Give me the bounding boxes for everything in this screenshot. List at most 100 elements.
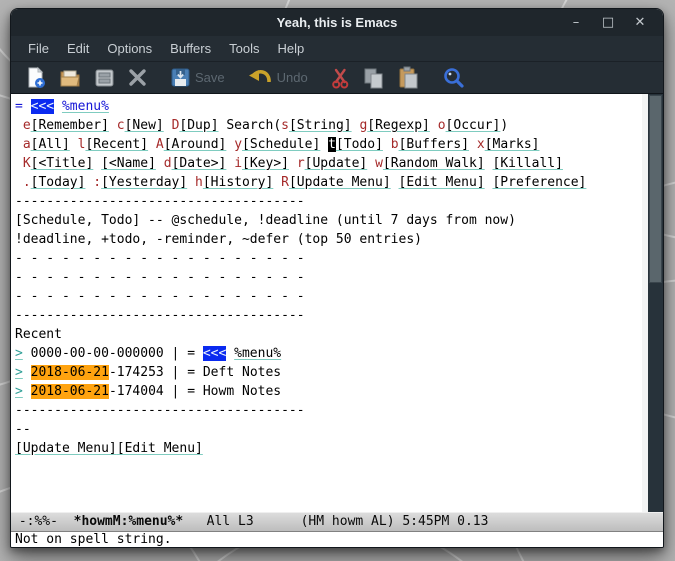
undo-button[interactable]: Undo (248, 67, 308, 88)
menu-link[interactable]: [Edit Menu] (117, 441, 203, 456)
menu-link[interactable]: [Preference] (492, 175, 586, 190)
menu-link[interactable]: [Killall] (493, 156, 563, 171)
menu-link[interactable]: [Yesterday] (101, 175, 187, 190)
text: - - - - - - - - - - - - - - - - - - - (15, 270, 305, 285)
menu-link[interactable]: [Update] (305, 156, 368, 171)
text (320, 137, 328, 152)
menu-buffers[interactable]: Buffers (161, 41, 220, 56)
menu-link[interactable]: [Edit Menu] (399, 175, 485, 190)
menu-help[interactable]: Help (268, 41, 313, 56)
paste-button[interactable] (397, 66, 419, 89)
recent-item-link[interactable]: > (15, 384, 23, 399)
recent-item-link[interactable]: > (15, 365, 23, 380)
menu-mark: <<< (30, 99, 55, 114)
menu-link[interactable]: [Update Menu] (15, 441, 117, 456)
menu-link[interactable]: [Key>] (242, 156, 289, 171)
key-char: K (22, 156, 31, 171)
window-controls: – □ ✕ (565, 15, 663, 30)
key-char: w (375, 156, 383, 171)
text: ------------------------------------- (15, 308, 305, 323)
text: 0000-00-00-000000 | = (22, 346, 203, 361)
open-file-button[interactable] (59, 67, 81, 89)
text: - - - - - - - - - - - - - - - - - - - (15, 251, 305, 266)
menu-link[interactable]: [Occur] (446, 118, 501, 133)
text (54, 99, 62, 114)
key-char: o (437, 118, 446, 133)
menu-link[interactable]: [Schedule] (242, 137, 320, 152)
menu-link[interactable]: [Random Walk] (383, 156, 485, 171)
text (70, 137, 78, 152)
key-char: d (163, 156, 172, 171)
minimize-icon[interactable]: – (565, 15, 587, 30)
menu-edit[interactable]: Edit (58, 41, 98, 56)
cut-button[interactable] (331, 67, 350, 89)
text (15, 137, 23, 152)
text: [Schedule, Todo] -- @schedule, !deadline… (15, 213, 516, 228)
copy-icon (364, 68, 383, 88)
menu-options[interactable]: Options (98, 41, 161, 56)
menu-link[interactable]: [New] (125, 118, 164, 133)
menu-link[interactable]: [<Title] (31, 156, 94, 171)
scrollbar[interactable] (648, 94, 663, 512)
menu-link[interactable]: %menu% (234, 346, 281, 361)
menu-link[interactable]: [<Name] (101, 156, 156, 171)
menu-bar: File Edit Options Buffers Tools Help (11, 36, 663, 61)
text (383, 137, 391, 152)
menu-link[interactable]: [Around] (164, 137, 227, 152)
kill-buffer-button[interactable] (128, 68, 147, 87)
menu-link[interactable]: [History] (203, 175, 273, 190)
date-highlight: 2018-06-21 (30, 365, 109, 380)
buffer-region: = <<< %menu% e[Remember] c[New] D[Dup] S… (11, 94, 663, 512)
tool-bar: Save Undo (11, 61, 663, 94)
recent-item-link[interactable]: > (15, 346, 23, 361)
key-char: x (476, 137, 485, 152)
dired-button[interactable] (94, 67, 115, 88)
menu-link[interactable]: [String] (289, 118, 352, 133)
paste-clipboard-icon (399, 66, 418, 89)
echo-area: Not on spell string. (11, 532, 663, 547)
menu-link[interactable]: [Dup] (179, 118, 218, 133)
search-button[interactable] (442, 66, 465, 89)
text: ------------------------------------- (15, 403, 305, 418)
menu-link[interactable]: [Regexp] (367, 118, 430, 133)
buffer-line: - - - - - - - - - - - - - - - - - - - (15, 249, 642, 268)
open-folder-icon (60, 70, 80, 86)
buffer-line: K[<Title] [<Name] d[Date>] i[Key>] r[Upd… (15, 154, 642, 173)
close-x-icon (129, 69, 146, 86)
text (156, 156, 164, 171)
text: !deadline, +todo, -reminder, ~defer (top… (15, 232, 422, 247)
undo-arrow-icon (248, 70, 271, 82)
menu-link[interactable]: [All] (31, 137, 70, 152)
menu-link[interactable]: [Marks] (485, 137, 540, 152)
close-icon[interactable]: ✕ (629, 15, 651, 30)
scrollbar-thumb[interactable] (649, 95, 662, 283)
buffer-line: ------------------------------------- (15, 192, 642, 211)
save-button[interactable]: Save (170, 67, 225, 88)
howm-menu-buffer[interactable]: = <<< %menu% e[Remember] c[New] D[Dup] S… (11, 94, 642, 512)
key-char: R (281, 175, 289, 190)
buffer-line: -- (15, 420, 642, 439)
menu-link[interactable]: [Today] (31, 175, 86, 190)
menu-link[interactable]: [Date>] (172, 156, 227, 171)
new-file-button[interactable] (25, 66, 46, 89)
menu-link[interactable]: [Update Menu] (289, 175, 391, 190)
text: -- (15, 422, 31, 437)
buffer-line: - - - - - - - - - - - - - - - - - - - (15, 268, 642, 287)
maximize-icon[interactable]: □ (597, 15, 619, 30)
buffer-line: > 2018-06-21-174253 | = Deft Notes (15, 363, 642, 382)
menu-file[interactable]: File (19, 41, 58, 56)
cut-scissors-icon (331, 68, 349, 88)
copy-button[interactable] (363, 67, 384, 89)
menu-tools[interactable]: Tools (220, 41, 268, 56)
menu-link[interactable]: [Todo] (336, 137, 383, 152)
text (93, 156, 101, 171)
key-char: h (195, 175, 203, 190)
text (226, 346, 234, 361)
menu-link[interactable]: [Recent] (85, 137, 148, 152)
text: ) (500, 118, 509, 133)
save-label: Save (195, 70, 225, 85)
menu-link[interactable]: [Remember] (31, 118, 109, 133)
key-char: r (296, 156, 305, 171)
menu-link[interactable]: [Buffers] (399, 137, 469, 152)
menu-link[interactable]: %menu% (62, 99, 109, 114)
